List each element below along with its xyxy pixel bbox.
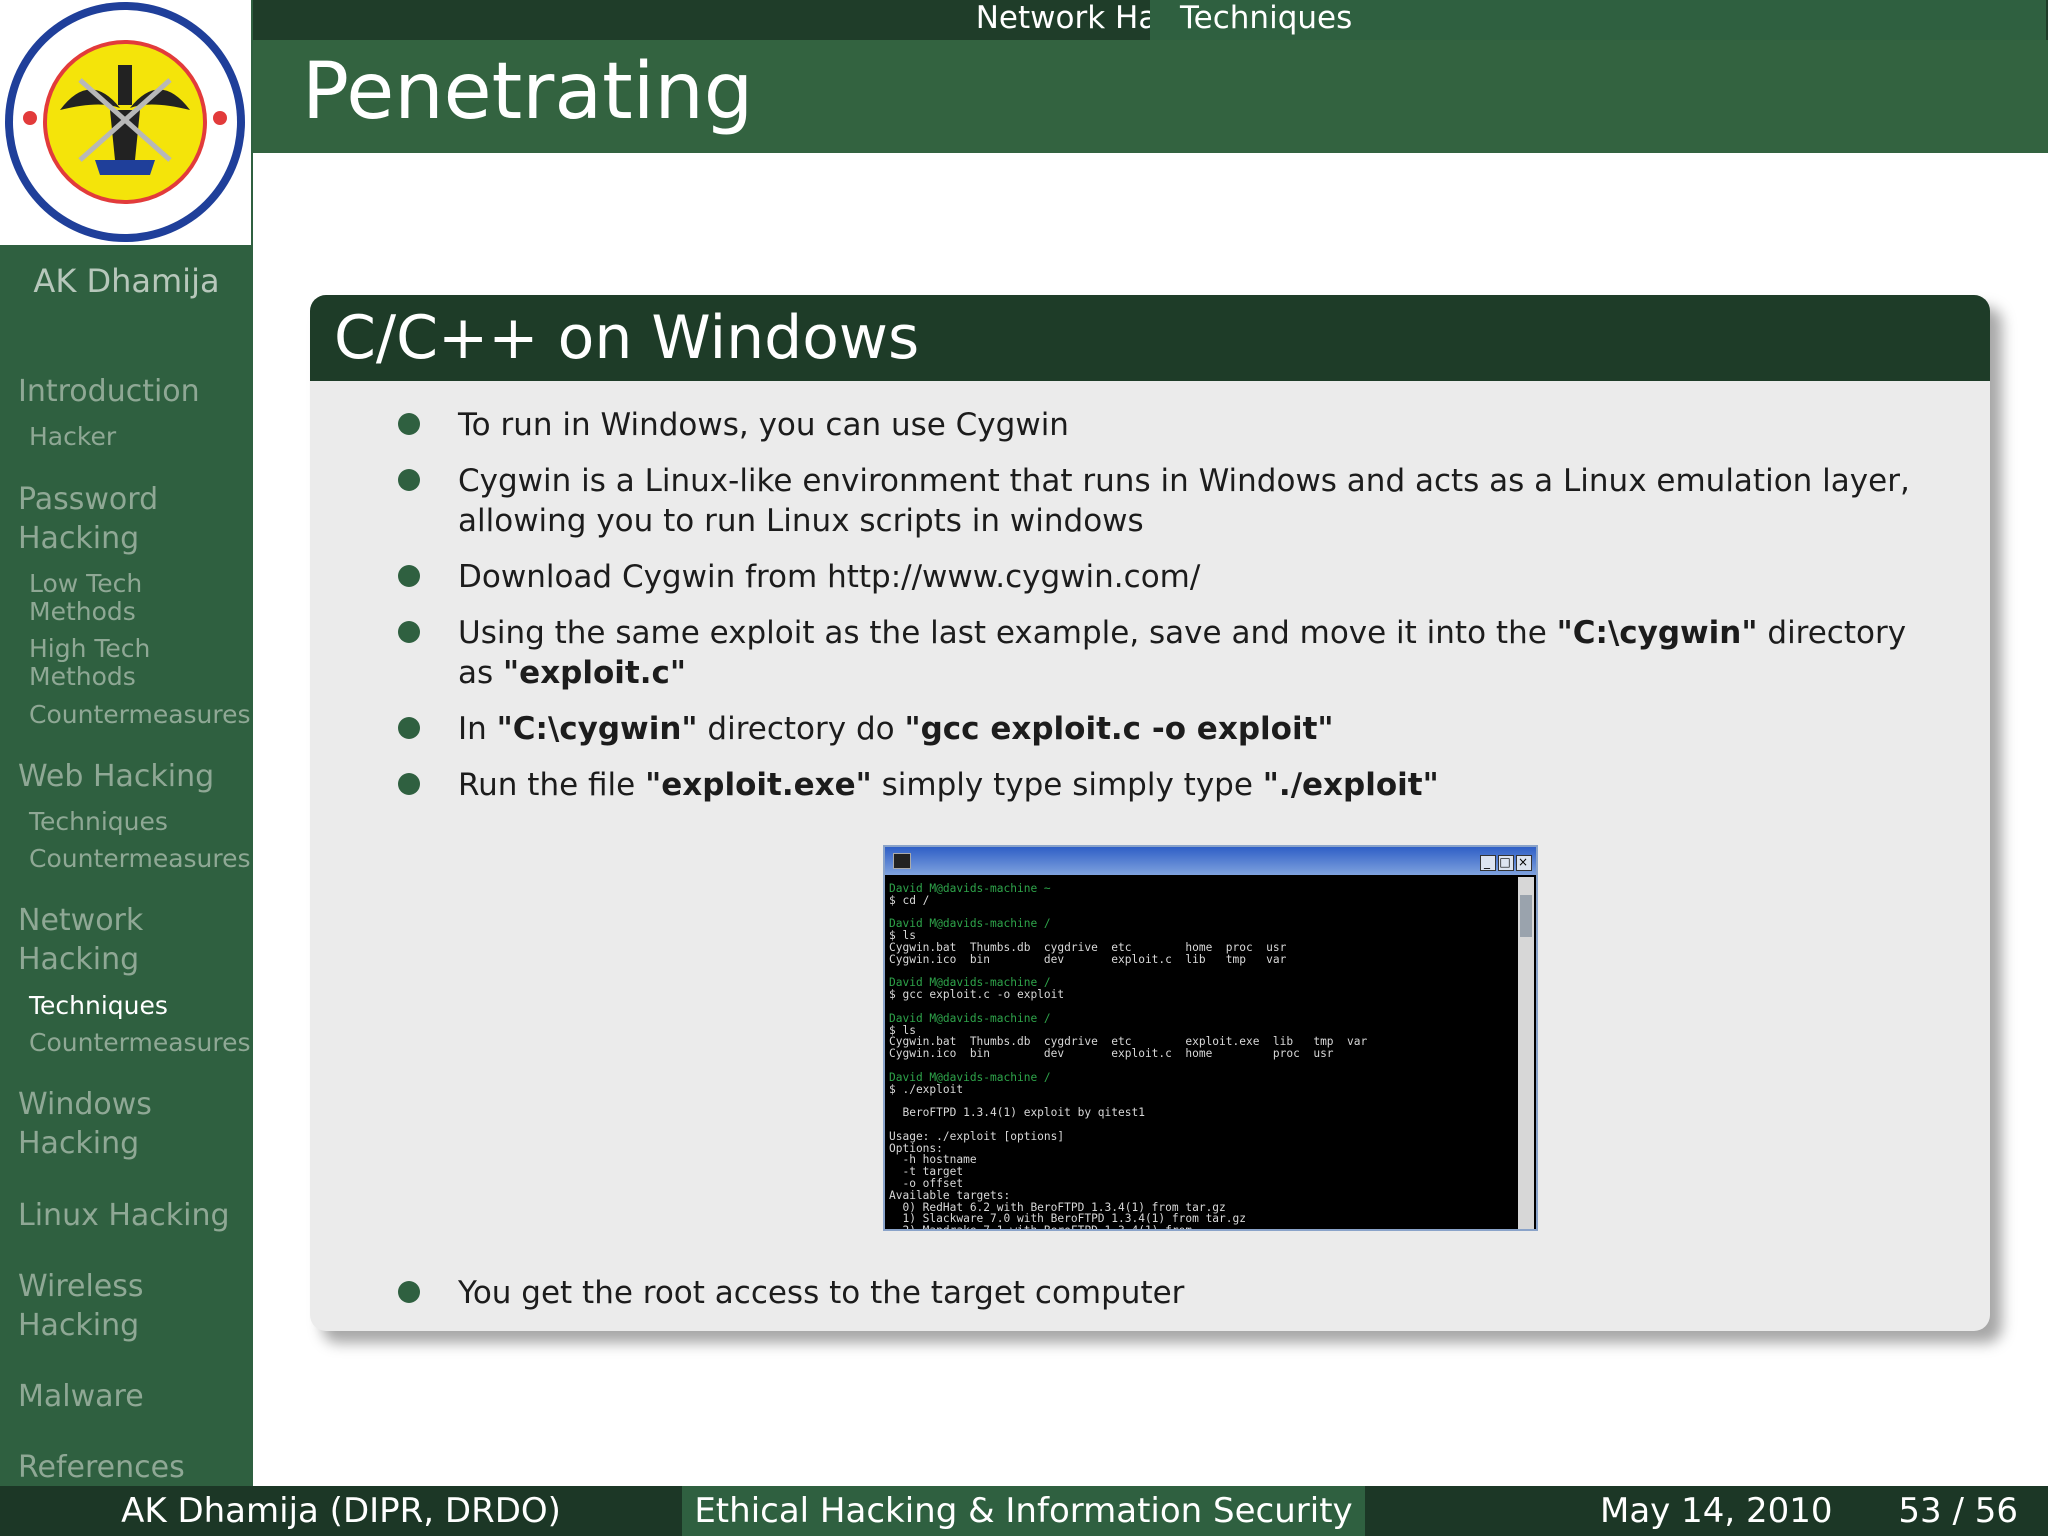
bullet-item: Run the file "exploit.exe" simply type s… [398, 765, 1938, 805]
nav-linux-hacking[interactable]: Linux Hacking [18, 1196, 230, 1235]
footer-page-number: 53 / 56 [1898, 1491, 2018, 1531]
terminal-line: David M@davids-machine / [889, 1011, 1051, 1025]
nav-sub-techniques[interactable]: Techniques [29, 808, 168, 836]
nav-sub-low-tech-methods[interactable]: Low Tech Methods [29, 570, 142, 626]
nav-network-hacking[interactable]: Network Hacking [18, 901, 143, 979]
bullet-item: Cygwin is a Linux-like environment that … [398, 461, 1938, 541]
terminal-line: $ cd / [889, 893, 930, 907]
bullet-item: Download Cygwin from http://www.cygwin.c… [398, 557, 1938, 597]
nav-web-hacking[interactable]: Web Hacking [18, 757, 214, 796]
close-icon: × [1516, 855, 1532, 871]
bullet-item: To run in Windows, you can use Cygwin [398, 405, 1938, 445]
block-title: C/C++ on Windows [334, 303, 920, 373]
nav-references[interactable]: References [18, 1448, 185, 1487]
block-header: C/C++ on Windows [310, 295, 1990, 381]
terminal-line: BeroFTPD 1.3.4(1) exploit by qitest1 [889, 1106, 1145, 1120]
terminal-line: -t target [889, 1165, 964, 1179]
content-block: C/C++ on Windows To run in Windows, you … [310, 295, 1990, 1331]
terminal-line: Cygwin.ico bin dev exploit.c lib tmp var [889, 952, 1287, 966]
terminal-line: Options: [889, 1141, 943, 1155]
drdo-logo [0, 0, 251, 245]
page-title: Penetrating [302, 47, 754, 137]
terminal-title-bar: _ □ × [885, 847, 1536, 875]
nav-wireless-hacking[interactable]: Wireless Hacking [18, 1267, 144, 1345]
scrollbar-thumb [1520, 895, 1532, 937]
minimize-icon: _ [1480, 855, 1496, 871]
footer-bar: AK Dhamija (DIPR, DRDO) Ethical Hacking … [0, 1486, 2048, 1536]
terminal-scrollbar [1518, 877, 1534, 1229]
bullet-item: Using the same exploit as the last examp… [398, 613, 1938, 693]
bullet-item-last: You get the root access to the target co… [398, 1273, 1938, 1313]
terminal-line: Available targets: [889, 1188, 1011, 1202]
terminal-line: -h hostname [889, 1153, 977, 1167]
footer-title: Ethical Hacking & Information Security [682, 1486, 1365, 1536]
header-navigation-bar: Network Hacking Techniques [253, 0, 2048, 40]
nav-sub-techniques-active[interactable]: Techniques [29, 992, 168, 1020]
nav-sub-countermeasures[interactable]: Countermeasures [29, 701, 251, 729]
terminal-line: Cygwin.bat Thumbs.db cygdrive etc home p… [889, 940, 1287, 954]
terminal-line: David M@davids-machine / [889, 917, 1051, 931]
maximize-icon: □ [1498, 855, 1514, 871]
terminal-line: Cygwin.ico bin dev exploit.c home proc u… [889, 1047, 1334, 1061]
window-controls: _ □ × [1478, 852, 1532, 871]
footer-right: May 14, 2010 53 / 56 [1365, 1486, 2048, 1536]
terminal-line: -o offset [889, 1176, 964, 1190]
nav-sub-countermeasures[interactable]: Countermeasures [29, 845, 251, 873]
terminal-line: $ gcc exploit.c -o exploit [889, 988, 1065, 1002]
terminal-line: David M@davids-machine / [889, 1070, 1051, 1084]
footer-author: AK Dhamija (DIPR, DRDO) [0, 1486, 682, 1536]
header-subsection-techniques[interactable]: Techniques [1150, 0, 2046, 40]
nav-introduction[interactable]: Introduction [18, 372, 200, 411]
nav-sub-hacker[interactable]: Hacker [29, 423, 116, 451]
nav-sub-high-tech-methods[interactable]: High Tech Methods [29, 635, 150, 691]
sidebar-author: AK Dhamija [33, 262, 220, 300]
terminal-line: $ ./exploit [889, 1082, 964, 1096]
cygwin-terminal-screenshot: _ □ × David M@davids-machine ~ $ cd / David… [883, 845, 1538, 1231]
terminal-output: David M@davids-machine ~ $ cd / David M@d… [889, 883, 1509, 1229]
footer-date: May 14, 2010 [1600, 1491, 1833, 1531]
terminal-line: 2) Mandrake 7.1 with BeroFTPD 1.3.4(1) f… [889, 1225, 1509, 1229]
bullet-item: In "C:\cygwin" directory do "gcc exploit… [398, 709, 1938, 749]
nav-sub-countermeasures[interactable]: Countermeasures [29, 1029, 251, 1057]
nav-malware[interactable]: Malware [18, 1377, 144, 1416]
terminal-line: David M@davids-machine ~ [889, 883, 1051, 895]
nav-windows-hacking[interactable]: Windows Hacking [18, 1085, 152, 1163]
terminal-icon [893, 853, 911, 869]
terminal-line: Usage: ./exploit [options] [889, 1129, 1065, 1143]
sidebar-navigation: AK Dhamija Introduction Hacker Password … [0, 0, 253, 1486]
nav-password-hacking[interactable]: Password Hacking [18, 480, 158, 558]
